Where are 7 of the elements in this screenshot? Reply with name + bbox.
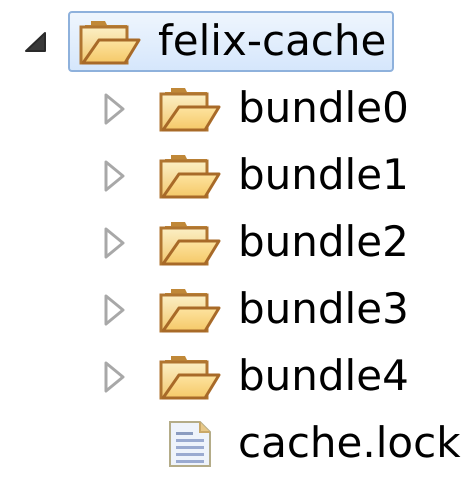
tree-item-label[interactable]: bundle0 [238, 85, 409, 132]
tree-item-label[interactable]: bundle4 [238, 353, 409, 400]
tree-item-label[interactable]: felix-cache [158, 18, 386, 65]
tree-item-label[interactable]: cache.lock [238, 420, 461, 467]
tree-item-label[interactable]: bundle3 [238, 286, 409, 333]
tree-item-label[interactable]: bundle2 [238, 219, 409, 266]
tree-item-label[interactable]: bundle1 [238, 152, 409, 199]
